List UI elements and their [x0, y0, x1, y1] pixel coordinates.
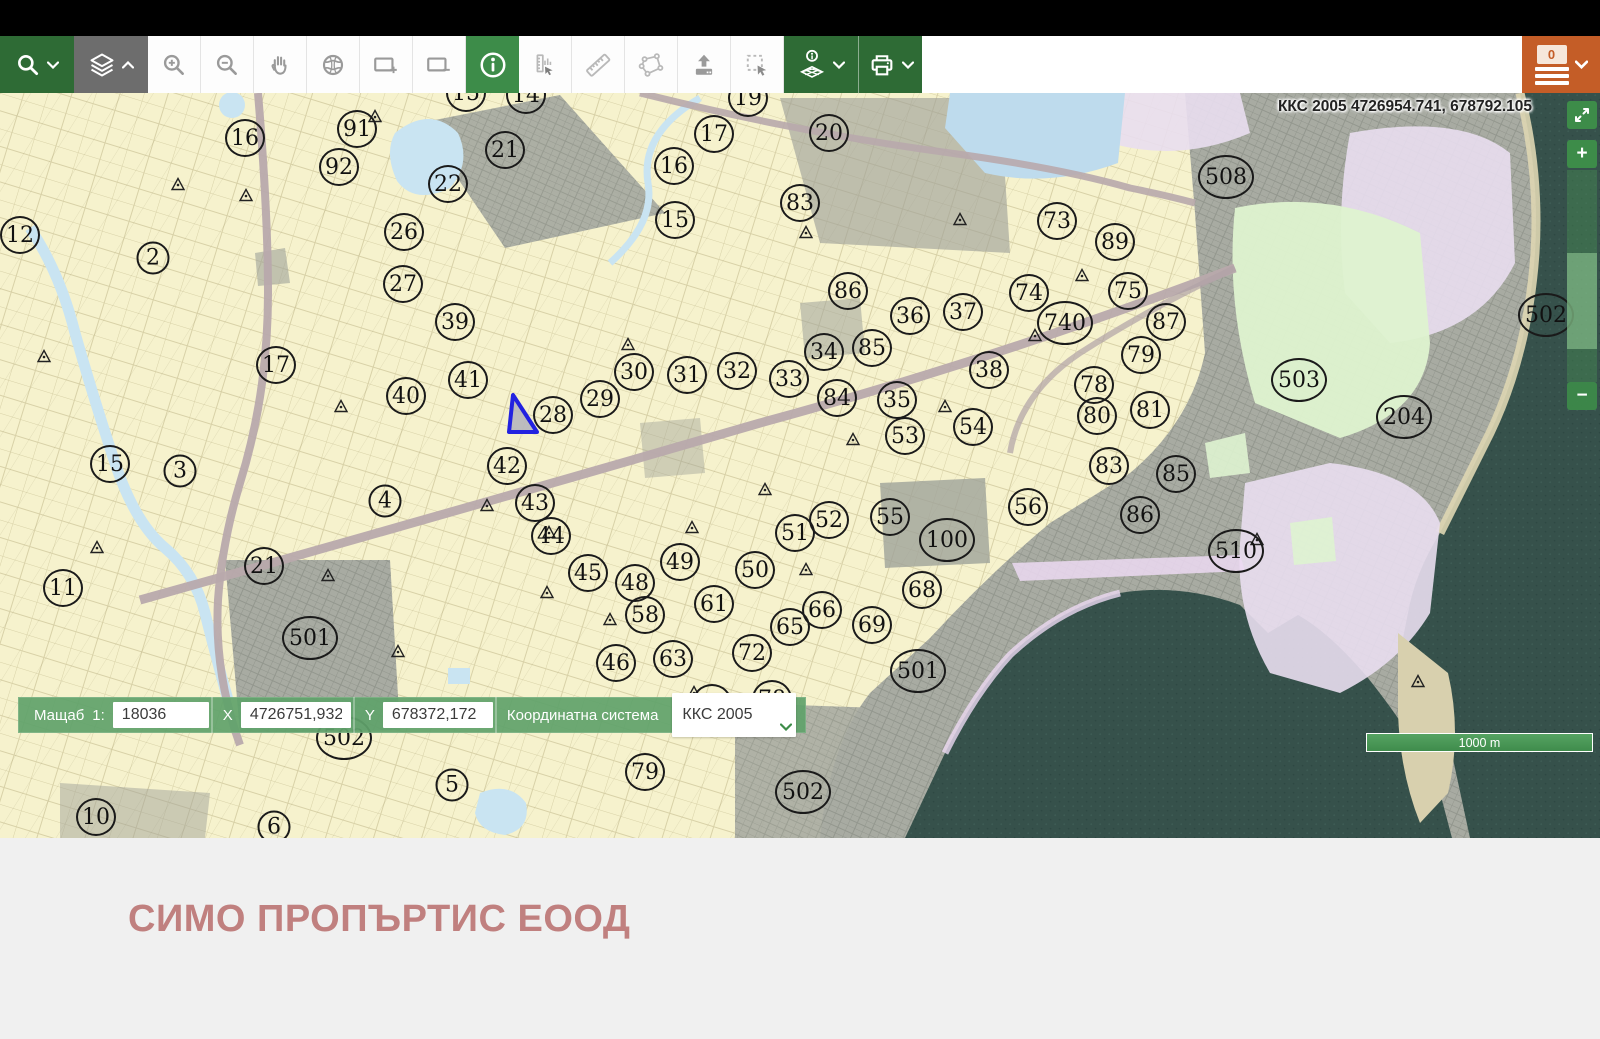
map-toolbar: 0 — [0, 36, 1600, 93]
layers-button[interactable] — [74, 36, 148, 93]
zoom-in-map-button[interactable]: + — [1567, 140, 1597, 168]
upload-button[interactable] — [678, 36, 731, 93]
page-footer: СИМО ПРОПЪРТИС ЕООД — [0, 838, 1600, 1039]
chevron-down-icon — [780, 718, 793, 736]
crs-selected-value: ККС 2005 — [682, 706, 753, 723]
select-rectangle-button[interactable] — [731, 36, 784, 93]
zoom-box-out-button[interactable] — [413, 36, 466, 93]
map-statusbar: Мащаб 1: X Y Координатна система ККС 200… — [18, 693, 807, 737]
selection-list-button[interactable]: 0 — [1522, 36, 1600, 93]
measure-area-button[interactable] — [625, 36, 678, 93]
selection-count-badge: 0 — [1536, 44, 1567, 64]
scalebar-label: 1000 m — [1458, 735, 1501, 750]
zoom-out-map-button[interactable]: − — [1567, 382, 1597, 410]
map-scalebar: 1000 m — [1366, 733, 1593, 752]
zoom-in-button[interactable] — [148, 36, 201, 93]
print-button[interactable] — [858, 36, 922, 93]
rect-plus-icon — [372, 52, 400, 78]
scale-label: Мащаб — [34, 706, 85, 724]
full-extent-button[interactable] — [307, 36, 360, 93]
ruler-icon — [584, 51, 612, 79]
identify-button[interactable] — [466, 36, 519, 93]
chevron-down-icon — [833, 60, 845, 69]
map-canvas[interactable]: 12 2 16 91 92 15 14 21 22 26 27 39 19 17 16 15 20 83 73 89 5… — [0, 93, 1600, 838]
top-black-bar — [0, 0, 1600, 36]
y-coordinate-input[interactable] — [382, 702, 493, 728]
ruler-chart-icon — [532, 52, 558, 78]
hand-icon — [267, 52, 293, 78]
layers-icon — [88, 51, 116, 79]
printer-icon — [868, 51, 896, 79]
chevron-up-icon — [122, 60, 134, 69]
magnifier-plus-icon — [161, 52, 187, 78]
crs-label: Координатна система — [506, 706, 659, 724]
measure-distance-button[interactable] — [572, 36, 625, 93]
pan-button[interactable] — [254, 36, 307, 93]
company-name: СИМО ПРОПЪРТИС ЕООД — [128, 898, 631, 940]
chevron-down-icon — [901, 60, 914, 69]
dashed-select-icon — [744, 52, 770, 78]
x-coordinate-input[interactable] — [240, 702, 351, 728]
cursor-coordinates-readout: ККС 2005 4726954.741, 678792.105 — [1277, 98, 1532, 115]
info-circle-icon — [478, 50, 508, 80]
rect-minus-icon — [425, 52, 453, 78]
crs-select[interactable]: ККС 2005 — [672, 693, 797, 737]
upload-icon — [691, 52, 717, 78]
magnifier-icon — [15, 52, 41, 78]
scale-prefix: 1: — [92, 706, 105, 724]
zoom-slider-handle[interactable] — [1567, 253, 1597, 349]
expand-icon — [1575, 108, 1589, 122]
profile-tool-button[interactable] — [519, 36, 572, 93]
x-label: X — [222, 706, 233, 724]
list-badge-icon: 0 — [1534, 44, 1569, 85]
zoom-box-in-button[interactable] — [360, 36, 413, 93]
chevron-down-icon — [1574, 60, 1588, 69]
magnifier-minus-icon — [214, 52, 240, 78]
chevron-down-icon — [47, 60, 59, 69]
polygon-icon — [637, 51, 665, 79]
y-label: Y — [364, 706, 375, 724]
identify-all-layers-button[interactable] — [784, 36, 858, 93]
scale-input[interactable] — [112, 702, 209, 728]
info-grid-icon — [797, 49, 827, 81]
search-button[interactable] — [0, 36, 74, 93]
fullscreen-button[interactable] — [1567, 101, 1597, 129]
zoom-out-button[interactable] — [201, 36, 254, 93]
globe-icon — [320, 52, 346, 78]
